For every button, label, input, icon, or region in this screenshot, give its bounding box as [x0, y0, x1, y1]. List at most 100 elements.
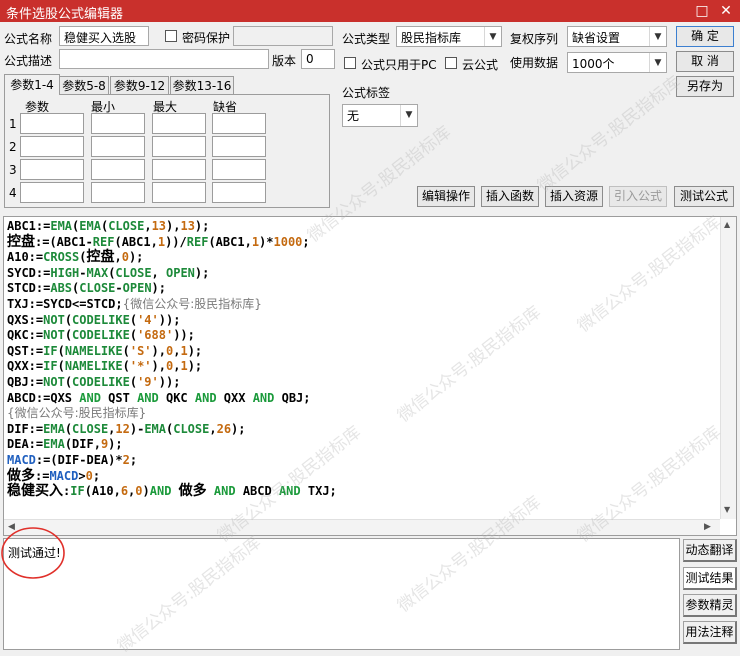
data-select[interactable]: 1000个 ▼: [567, 52, 667, 73]
param-default-input[interactable]: [212, 113, 266, 134]
param-min-input[interactable]: [91, 159, 145, 180]
type-select[interactable]: 股民指标库 ▼: [396, 26, 502, 47]
param-name-input[interactable]: [20, 159, 84, 180]
vertical-scrollbar[interactable]: ▲ ▼: [720, 217, 736, 519]
cancel-button[interactable]: 取 消: [676, 51, 734, 72]
code-token: )*: [259, 234, 274, 249]
code-token: (: [64, 312, 73, 327]
scroll-down-icon[interactable]: ▼: [724, 505, 730, 514]
code-token: CODELIKE: [72, 312, 130, 327]
horizontal-scrollbar[interactable]: ◀ ▶: [4, 519, 720, 535]
insert-res-button[interactable]: 插入资源: [545, 186, 603, 207]
param-min-input[interactable]: [91, 136, 145, 157]
code-token: );: [151, 281, 166, 296]
formula-code: ABC1:=EMA(EMA(CLOSE,13),13); 控盘:=(ABC1-RE…: [7, 219, 337, 500]
param-row-number: 4: [9, 186, 17, 200]
edit-ops-button[interactable]: 编辑操作: [417, 186, 475, 207]
tab-params-9-12[interactable]: 参数9-12: [110, 76, 169, 95]
insert-func-button[interactable]: 插入函数: [481, 186, 539, 207]
param-max-input[interactable]: [152, 113, 206, 134]
code-token: ,: [151, 265, 166, 280]
tab-params-1-4[interactable]: 参数1-4: [4, 74, 60, 95]
version-input[interactable]: 0: [301, 49, 335, 69]
param-default-input[interactable]: [212, 136, 266, 157]
code-token: 做多: [7, 467, 35, 484]
tag-select[interactable]: 无 ▼: [342, 104, 418, 127]
code-token: :=(DIF-DEA)*: [35, 452, 123, 467]
chevron-down-icon: ▼: [484, 27, 501, 46]
param-max-input[interactable]: [152, 182, 206, 203]
code-token: (DIF,: [64, 437, 101, 452]
param-name-input[interactable]: [20, 182, 84, 203]
param-name-input[interactable]: [20, 113, 84, 134]
ok-button[interactable]: 确 定: [676, 26, 734, 47]
code-token: );: [108, 437, 123, 452]
annotation-circle: [1, 527, 65, 579]
scroll-right-icon[interactable]: ▶: [704, 522, 711, 532]
code-token: {微信公众号:股民指标库}: [122, 296, 262, 311]
code-token: (: [129, 374, 138, 389]
tab-params-13-16[interactable]: 参数13-16: [170, 76, 234, 95]
code-token: (: [122, 343, 130, 358]
fuquan-select[interactable]: 缺省设置 ▼: [567, 26, 667, 47]
cloud-checkbox[interactable]: [445, 57, 457, 69]
password-checkbox[interactable]: [165, 30, 177, 42]
code-token: TXJ:=SYCD<=STCD;: [7, 296, 123, 311]
save-as-button[interactable]: 另存为: [676, 76, 734, 97]
name-input[interactable]: 稳健买入选股: [59, 26, 149, 46]
code-token: 1: [180, 359, 188, 374]
code-token: ),: [166, 219, 181, 233]
code-token: REF: [186, 234, 209, 249]
code-token: AND: [252, 390, 275, 405]
close-button[interactable]: ✕: [714, 0, 738, 22]
code-token: :=: [35, 468, 50, 483]
test-result-button[interactable]: 测试结果: [683, 567, 737, 590]
usage-notes-button[interactable]: 用法注释: [683, 621, 737, 644]
code-token: (: [129, 312, 138, 327]
code-token: EMA: [43, 437, 65, 452]
tab-params-5-8[interactable]: 参数5-8: [59, 76, 109, 95]
chevron-down-icon: ▼: [649, 27, 666, 46]
code-token: CLOSE: [108, 219, 145, 233]
test-formula-button[interactable]: 测试公式: [674, 186, 734, 207]
code-token: DIF:=: [7, 421, 44, 436]
param-min-input[interactable]: [91, 113, 145, 134]
code-token: QKC:=: [7, 328, 44, 343]
code-token: HIGH: [50, 265, 80, 280]
code-token: AND: [278, 484, 301, 499]
version-label: 版本: [272, 54, 297, 68]
scroll-up-icon[interactable]: ▲: [724, 220, 730, 229]
code-token: );: [128, 250, 144, 265]
pc-only-label: 公式只用于PC: [361, 58, 437, 72]
code-line: QXX:=IF(NAMELIKE('*'),0,1);: [7, 359, 337, 375]
code-token: AND: [194, 390, 217, 405]
code-token: '*': [129, 359, 152, 374]
code-token: ))/: [165, 234, 187, 249]
code-token: 26: [216, 421, 232, 436]
password-input[interactable]: [233, 26, 333, 46]
fuquan-select-value: 缺省设置: [572, 31, 621, 45]
pc-only-checkbox[interactable]: [344, 57, 356, 69]
code-line: ABC1:=EMA(EMA(CLOSE,13),13);: [7, 219, 337, 235]
param-min-input[interactable]: [91, 182, 145, 203]
code-token: QXX: [216, 390, 253, 405]
desc-input[interactable]: [59, 49, 269, 69]
code-token: ,: [144, 219, 152, 233]
code-token: ));: [173, 328, 195, 343]
import-formula-button[interactable]: 引入公式: [609, 186, 667, 207]
code-editor[interactable]: ABC1:=EMA(EMA(CLOSE,13),13); 控盘:=(ABC1-RE…: [3, 216, 737, 536]
code-token: REF: [92, 234, 115, 249]
watermark: 微信公众号:股民指标库: [534, 72, 685, 197]
restore-button[interactable]: □: [690, 0, 714, 22]
param-name-input[interactable]: [20, 136, 84, 157]
param-wizard-button[interactable]: 参数精灵: [683, 594, 737, 617]
dynamic-translate-button[interactable]: 动态翻译: [683, 539, 737, 562]
param-default-input[interactable]: [212, 159, 266, 180]
param-max-input[interactable]: [152, 136, 206, 157]
code-line: DIF:=EMA(CLOSE,12)-EMA(CLOSE,26);: [7, 422, 337, 438]
result-panel[interactable]: 测试通过!: [3, 538, 680, 650]
param-max-input[interactable]: [152, 159, 206, 180]
title-bar: 条件选股公式编辑器 □ ✕: [0, 0, 740, 22]
param-default-input[interactable]: [212, 182, 266, 203]
